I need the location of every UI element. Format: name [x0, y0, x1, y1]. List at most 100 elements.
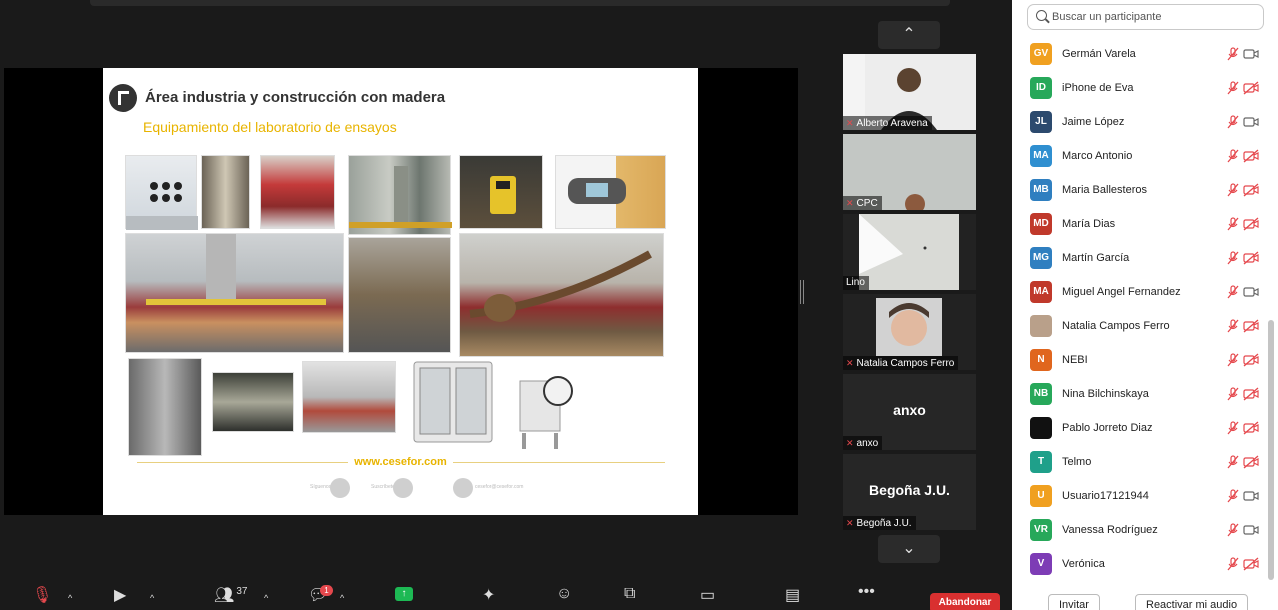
lab-photo-column	[348, 237, 451, 353]
participants-options-chevron[interactable]: ^	[264, 588, 268, 606]
muted-mic-icon[interactable]	[1226, 557, 1240, 571]
scrollbar-thumb[interactable]	[1268, 320, 1274, 580]
muted-mic-icon[interactable]	[1226, 81, 1240, 95]
tile-name: Begoña J.U.	[856, 518, 912, 529]
camera-off-icon[interactable]	[1243, 149, 1259, 163]
muted-mic-icon[interactable]	[1226, 183, 1240, 197]
more-icon[interactable]: •••	[858, 583, 875, 601]
participant-name: Vanessa Rodríguez	[1062, 524, 1158, 536]
participant-row[interactable]: VR Vanessa Rodríguez	[1012, 513, 1270, 547]
camera-icon[interactable]	[1243, 489, 1259, 503]
participant-scrollbar[interactable]	[1268, 30, 1274, 580]
camera-off-icon[interactable]	[1243, 455, 1259, 469]
participant-avatar: GV	[1030, 43, 1052, 65]
participant-avatar: U	[1030, 485, 1052, 507]
video-options-chevron[interactable]: ^	[150, 588, 154, 606]
participant-name: Pablo Jorreto Diaz	[1062, 422, 1153, 434]
muted-mic-icon[interactable]	[1226, 47, 1240, 61]
lab-photo-frame	[348, 155, 452, 235]
muted-mic-icon[interactable]	[1226, 421, 1240, 435]
muted-mic-icon[interactable]	[1226, 523, 1240, 537]
whiteboard-icon[interactable]: ▭	[700, 585, 715, 605]
notes-icon[interactable]: ▤	[785, 585, 800, 605]
apps-icon[interactable]: ⧉	[624, 585, 635, 603]
muted-mic-icon[interactable]	[1226, 149, 1240, 163]
camera-off-icon[interactable]	[1243, 557, 1259, 571]
lab-photo-thermometer	[555, 155, 666, 229]
participant-search[interactable]	[1027, 4, 1264, 30]
muted-mic-icon[interactable]	[1226, 251, 1240, 265]
participant-row[interactable]: MA Miguel Angel Fernandez	[1012, 275, 1270, 309]
participant-avatar: MB	[1030, 179, 1052, 201]
leave-button[interactable]: Abandonar	[930, 593, 1000, 610]
muted-mic-icon[interactable]	[1226, 217, 1240, 231]
participant-row[interactable]: T Telmo	[1012, 445, 1270, 479]
camera-off-icon[interactable]	[1243, 353, 1259, 367]
camera-off-icon[interactable]	[1243, 217, 1259, 231]
social-label-follow: Síguenos	[310, 484, 332, 490]
camera-off-icon[interactable]	[1243, 183, 1259, 197]
muted-mic-icon[interactable]	[1226, 387, 1240, 401]
participant-row[interactable]: U Usuario17121944	[1012, 479, 1270, 513]
search-icon	[1036, 10, 1047, 21]
video-tile[interactable]: ✕ Natalia Campos Ferro	[843, 294, 976, 370]
participant-row[interactable]: N NEBI	[1012, 343, 1270, 377]
participant-avatar: VR	[1030, 519, 1052, 541]
participant-avatar: JL	[1030, 111, 1052, 133]
participant-row[interactable]: MB Maria Ballesteros	[1012, 173, 1270, 207]
participants-button[interactable]: 👥︎ 37	[214, 585, 247, 605]
muted-mic-icon[interactable]	[1226, 319, 1240, 333]
gallery-down-button[interactable]: ⌄	[878, 535, 940, 563]
video-button[interactable]: ▶	[114, 585, 126, 605]
search-input[interactable]	[1052, 8, 1252, 26]
participant-list: GV Germán Varela ID iPhone de Eva JL Jaime Ló…	[1012, 37, 1270, 581]
participant-row[interactable]: Pablo Jorreto Diaz	[1012, 411, 1270, 445]
share-screen-button[interactable]: ↑	[395, 587, 413, 601]
camera-off-icon[interactable]	[1243, 81, 1259, 95]
muted-mic-icon[interactable]	[1226, 489, 1240, 503]
camera-off-icon[interactable]	[1243, 319, 1259, 333]
invite-button[interactable]: Invitar	[1048, 594, 1100, 610]
gallery-up-button[interactable]: ⌃	[878, 21, 940, 49]
participant-row[interactable]: MG Martín García	[1012, 241, 1270, 275]
lab-photo-autoclave	[514, 361, 574, 453]
video-tile[interactable]: Begoña J.U. ✕ Begoña J.U.	[843, 454, 976, 530]
video-tile[interactable]: Lino	[843, 214, 976, 290]
meeting-stage: Área industria y construcción con madera…	[0, 0, 1012, 610]
unmute-button[interactable]: 🎙︎	[32, 585, 52, 605]
participant-row[interactable]: MA Marco Antonio	[1012, 139, 1270, 173]
ai-companion-icon[interactable]: ✦	[482, 585, 495, 605]
video-tile[interactable]: anxo ✕ anxo	[843, 374, 976, 450]
participant-name: Usuario17121944	[1062, 490, 1149, 502]
participant-row[interactable]: Natalia Campos Ferro	[1012, 309, 1270, 343]
audio-options-chevron[interactable]: ^	[68, 588, 72, 606]
camera-icon[interactable]	[1243, 115, 1259, 129]
tile-name: Alberto Aravena	[856, 118, 928, 129]
muted-mic-icon: ✕	[846, 118, 854, 128]
muted-mic-icon[interactable]	[1226, 455, 1240, 469]
participant-row[interactable]: V Verónica	[1012, 547, 1270, 581]
splitter-handle[interactable]	[800, 280, 804, 304]
camera-off-icon[interactable]	[1243, 387, 1259, 401]
camera-icon[interactable]	[1243, 523, 1259, 537]
camera-icon[interactable]	[1243, 285, 1259, 299]
camera-off-icon[interactable]	[1243, 421, 1259, 435]
muted-mic-icon[interactable]	[1226, 115, 1240, 129]
participant-row[interactable]: ID iPhone de Eva	[1012, 71, 1270, 105]
unmute-me-button[interactable]: Reactivar mi audio	[1135, 594, 1249, 610]
muted-mic-icon[interactable]	[1226, 285, 1240, 299]
participant-row[interactable]: GV Germán Varela	[1012, 37, 1270, 71]
twitter-icon	[330, 478, 350, 498]
camera-icon[interactable]	[1243, 47, 1259, 61]
participant-row[interactable]: JL Jaime López	[1012, 105, 1270, 139]
video-tile[interactable]: ✕ Alberto Aravena	[843, 54, 976, 130]
video-tile[interactable]: ✕ CPC	[843, 134, 976, 210]
muted-mic-icon[interactable]	[1226, 353, 1240, 367]
participant-row[interactable]: NB Nina Bilchinskaya	[1012, 377, 1270, 411]
participant-name: Jaime López	[1062, 116, 1125, 128]
reactions-icon[interactable]: ☺	[556, 585, 572, 603]
chat-options-chevron[interactable]: ^	[340, 588, 344, 606]
camera-off-icon[interactable]	[1243, 251, 1259, 265]
participant-row[interactable]: MD María Dias	[1012, 207, 1270, 241]
participant-name: Martín García	[1062, 252, 1130, 264]
